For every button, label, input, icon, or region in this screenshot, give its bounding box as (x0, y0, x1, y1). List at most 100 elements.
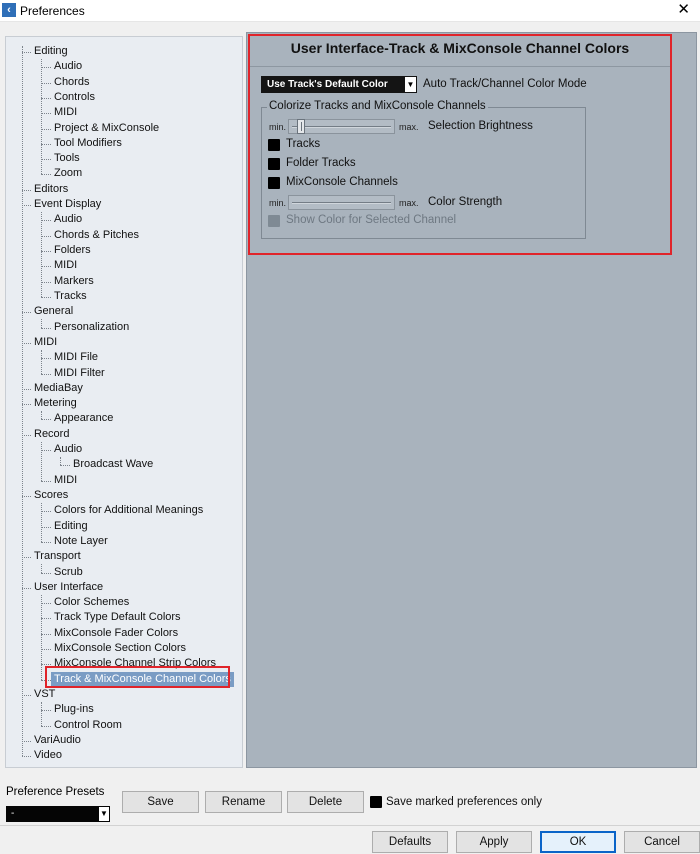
tree-category[interactable]: Editors (34, 182, 68, 197)
tree-category[interactable]: MIDI (34, 335, 57, 350)
tree-item[interactable]: Markers (54, 274, 94, 289)
tree-item[interactable]: Editing (54, 519, 88, 534)
tree-category[interactable]: Video (34, 748, 62, 763)
tree-connector (41, 649, 51, 650)
tree-category[interactable]: Transport (34, 549, 81, 564)
tree-item[interactable]: Track Type Default Colors (54, 610, 181, 625)
tree-item[interactable]: Control Room (54, 718, 122, 733)
preference-presets-select[interactable]: - ▼ (6, 806, 110, 822)
tree-item[interactable]: Chords & Pitches (54, 228, 139, 243)
mixconsole-channels-label: MixConsole Channels (286, 176, 398, 188)
tree-connector (41, 98, 51, 99)
tree-category[interactable]: MediaBay (34, 381, 83, 396)
tree-connector (22, 496, 31, 497)
apply-button[interactable]: Apply (456, 831, 532, 853)
tree-connector (41, 411, 42, 419)
tree-connector (41, 220, 51, 221)
tree-item[interactable]: MIDI (54, 473, 77, 488)
tree-category[interactable]: User Interface (34, 580, 103, 595)
tree-category[interactable]: Record (34, 427, 69, 442)
tree-item[interactable]: Project & MixConsole (54, 121, 159, 136)
tree-connector (41, 236, 51, 237)
tree-connector (41, 282, 51, 283)
mixconsole-channels-checkbox[interactable] (268, 177, 280, 189)
tree-connector (41, 595, 42, 680)
tree-item[interactable]: Controls (54, 90, 95, 105)
tree-connector (41, 67, 51, 68)
tree-item[interactable]: MixConsole Section Colors (54, 641, 186, 656)
tree-connector (22, 52, 31, 53)
folder-tracks-label: Folder Tracks (286, 157, 356, 169)
tree-item[interactable]: Audio (54, 212, 82, 227)
tree-connector (41, 113, 51, 114)
color-mode-select-value: Use Track's Default Color (267, 79, 388, 90)
color-strength-label: Color Strength (428, 196, 503, 208)
tree-category[interactable]: Metering (34, 396, 77, 411)
brightness-min-label: min. (269, 122, 287, 132)
tree-connector (22, 741, 31, 742)
tree-category[interactable]: Editing (34, 44, 68, 59)
selection-brightness-thumb[interactable] (297, 119, 305, 134)
tracks-checkbox[interactable] (268, 139, 280, 151)
save-button[interactable]: Save (122, 791, 199, 813)
tree-item[interactable]: Personalization (54, 320, 129, 335)
tree-connector (41, 350, 42, 374)
tree-item[interactable]: Tracks (54, 289, 87, 304)
tree-item[interactable]: MIDI (54, 258, 77, 273)
tree-category[interactable]: Scores (34, 488, 68, 503)
tree-item[interactable]: Color Schemes (54, 595, 129, 610)
tree-item[interactable]: Folders (54, 243, 91, 258)
tree-category[interactable]: VST (34, 687, 55, 702)
tree-item[interactable]: MIDI (54, 105, 77, 120)
color-strength-slider[interactable] (288, 195, 395, 210)
ok-button[interactable]: OK (540, 831, 616, 853)
tree-connector (22, 46, 23, 756)
tree-item[interactable]: Audio (54, 442, 82, 457)
tree-category[interactable]: Event Display (34, 197, 101, 212)
defaults-button[interactable]: Defaults (372, 831, 448, 853)
tree-item[interactable]: Tool Modifiers (54, 136, 122, 151)
rename-button[interactable]: Rename (205, 791, 282, 813)
tree-item[interactable]: Scrub (54, 565, 83, 580)
tree-connector (41, 129, 51, 130)
tree-connector (60, 457, 61, 465)
strength-max-label: max. (399, 198, 419, 208)
close-icon[interactable]: ✕ (677, 1, 690, 19)
tree-item[interactable]: Zoom (54, 166, 82, 181)
tree-item[interactable]: MixConsole Fader Colors (54, 626, 178, 641)
delete-button[interactable]: Delete (287, 791, 364, 813)
tree-item[interactable]: Audio (54, 59, 82, 74)
strength-min-label: min. (269, 198, 287, 208)
tree-item[interactable]: Broadcast Wave (73, 457, 153, 472)
tree-connector (22, 389, 31, 390)
tree-item[interactable]: Plug-ins (54, 702, 94, 717)
tree-connector (22, 435, 31, 436)
color-mode-select[interactable]: Use Track's Default Color ▼ (261, 76, 417, 93)
tree-item[interactable]: Colors for Additional Meanings (54, 503, 203, 518)
tree-connector (41, 374, 51, 375)
preference-presets-value: - (11, 808, 15, 819)
tree-item[interactable]: Chords (54, 75, 89, 90)
title-bar: ‹ Preferences ✕ (0, 0, 700, 22)
tree-category[interactable]: VariAudio (34, 733, 81, 748)
tree-connector (41, 319, 42, 328)
tree-item[interactable]: Note Layer (54, 534, 108, 549)
chevron-down-icon: ▼ (404, 76, 417, 93)
tree-connector (41, 634, 51, 635)
tree-connector (41, 564, 42, 573)
tree-item[interactable]: MIDI File (54, 350, 98, 365)
tree-category[interactable]: General (34, 304, 73, 319)
tree-item[interactable]: Tools (54, 151, 80, 166)
tree-connector (22, 588, 31, 589)
folder-tracks-checkbox[interactable] (268, 158, 280, 170)
tree-item[interactable]: Appearance (54, 411, 113, 426)
tree-connector (41, 59, 42, 174)
save-marked-only-label: Save marked preferences only (386, 796, 542, 808)
tree-item[interactable]: MIDI Filter (54, 366, 105, 381)
save-marked-only-checkbox[interactable] (370, 796, 382, 808)
cancel-button[interactable]: Cancel (624, 831, 700, 853)
footer-divider (0, 825, 700, 826)
tree-connector (22, 205, 31, 206)
tree-connector (41, 664, 51, 665)
show-selected-color-checkbox[interactable] (268, 215, 280, 227)
